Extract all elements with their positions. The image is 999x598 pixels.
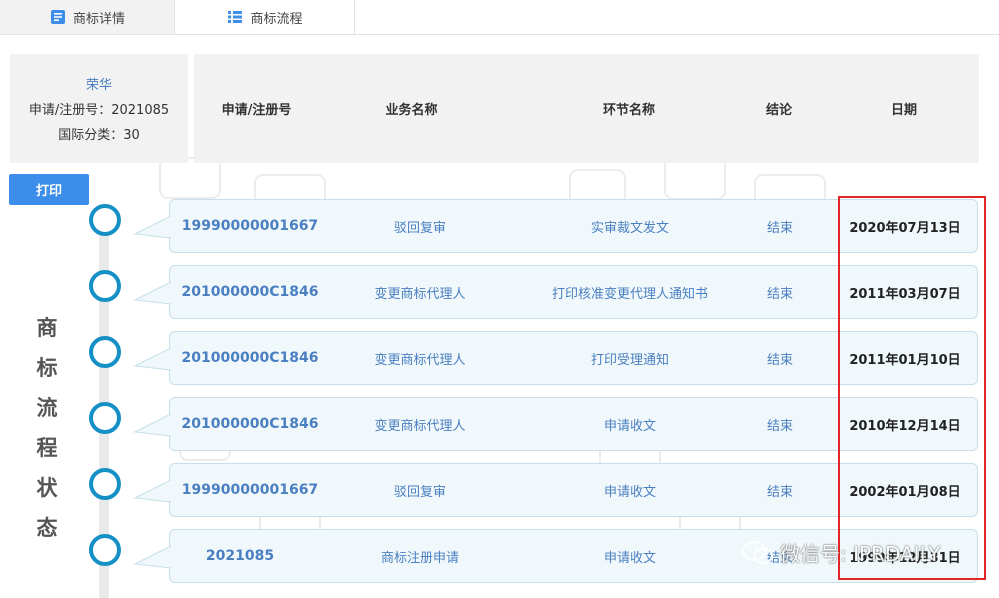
- tab-trademark-details[interactable]: 商标详情: [0, 0, 175, 34]
- cell-date: 2011年01月10日: [849, 352, 961, 368]
- tab-trademark-process[interactable]: 商标流程: [175, 0, 355, 34]
- cell-step[interactable]: 申请收文: [530, 398, 730, 450]
- cell-step[interactable]: 打印核准变更代理人通知书: [530, 266, 730, 318]
- list-icon: [228, 11, 243, 23]
- watermark-text: 微信号: IPRDAILY: [780, 542, 941, 566]
- cell-result[interactable]: 结束: [750, 200, 810, 252]
- cell-reg-number[interactable]: 19990000001667: [170, 464, 330, 516]
- row-pointer: [133, 347, 171, 371]
- cell-result[interactable]: 结束: [750, 398, 810, 450]
- table-row: 201000000C1846 变更商标代理人 申请收文 结束 2010年12月1…: [133, 397, 978, 451]
- cell-reg-number[interactable]: 19990000001667: [170, 200, 330, 252]
- timeline-node: [89, 336, 121, 368]
- tab-label: 商标详情: [72, 11, 125, 27]
- cell-step[interactable]: 打印受理通知: [530, 332, 730, 384]
- row-pointer: [133, 281, 171, 305]
- print-button[interactable]: 打印: [9, 174, 89, 205]
- cell-result[interactable]: 结束: [750, 332, 810, 384]
- cell-step[interactable]: 申请收文: [530, 464, 730, 516]
- label-char: 态: [36, 516, 58, 540]
- table-header: 申请/注册号 业务名称 环节名称 结论 日期: [194, 54, 979, 163]
- label-char: 流: [36, 396, 58, 420]
- cell-step[interactable]: 申请收文: [530, 530, 730, 582]
- label-char: 标: [36, 356, 58, 380]
- table-row: 19990000001667 驳回复审 实审裁文发文 结束 2020年07月13…: [133, 199, 978, 253]
- owner-name: 荣华: [85, 78, 112, 93]
- label-char: 状: [36, 476, 58, 500]
- date-highlight-box: [838, 196, 986, 580]
- reg-number: 申请/注册号：2021085: [28, 103, 170, 118]
- table-row: 19990000001667 驳回复审 申请收文 结束 2002年01月08日: [133, 463, 978, 517]
- timeline-node: [89, 270, 121, 302]
- timeline-node: [89, 402, 121, 434]
- cell-date: 2002年01月08日: [849, 484, 961, 500]
- cell-business[interactable]: 变更商标代理人: [340, 332, 500, 384]
- cell-reg-number[interactable]: 2021085: [170, 530, 310, 582]
- label-char: 程: [36, 436, 58, 460]
- cell-business[interactable]: 变更商标代理人: [340, 266, 500, 318]
- trademark-info-panel: 荣华 申请/注册号：2021085 国际分类：30: [10, 54, 188, 163]
- cell-reg-number[interactable]: 201000000C1846: [170, 398, 330, 450]
- column-header-result: 结论: [765, 103, 792, 118]
- row-pointer: [133, 413, 171, 437]
- column-header-reg-number: 申请/注册号: [221, 103, 292, 118]
- process-status-label: 商 标 流 程 状 态: [30, 308, 64, 548]
- cell-result[interactable]: 结束: [750, 266, 810, 318]
- wechat-icon: [742, 540, 773, 564]
- timeline-node: [89, 468, 121, 500]
- cell-business[interactable]: 变更商标代理人: [340, 398, 500, 450]
- cell-date: 2010年12月14日: [849, 418, 961, 434]
- cell-business[interactable]: 驳回复审: [340, 464, 500, 516]
- document-icon: [50, 10, 65, 24]
- cell-result[interactable]: 结束: [750, 464, 810, 516]
- row-pointer: [133, 215, 171, 239]
- row-pointer: [133, 545, 171, 569]
- cell-reg-number[interactable]: 201000000C1846: [170, 266, 330, 318]
- tab-label: 商标流程: [250, 11, 303, 27]
- cell-business[interactable]: 驳回复审: [340, 200, 500, 252]
- column-header-business: 业务名称: [385, 103, 438, 118]
- timeline-node: [89, 534, 121, 566]
- intl-class: 国际分类：30: [58, 128, 140, 143]
- table-row: 201000000C1846 变更商标代理人 打印核准变更代理人通知书 结束 2…: [133, 265, 978, 319]
- wechat-watermark: 微信号: IPRDAILY: [742, 538, 940, 567]
- label-char: 商: [36, 316, 58, 340]
- column-header-date: 日期: [890, 103, 917, 118]
- table-row: 201000000C1846 变更商标代理人 打印受理通知 结束 2011年01…: [133, 331, 978, 385]
- cell-date: 2020年07月13日: [849, 220, 961, 236]
- cell-reg-number[interactable]: 201000000C1846: [170, 332, 330, 384]
- row-pointer: [133, 479, 171, 503]
- timeline-node: [89, 204, 121, 236]
- cell-date: 2011年03月07日: [849, 286, 961, 302]
- cell-step[interactable]: 实审裁文发文: [530, 200, 730, 252]
- cell-business[interactable]: 商标注册申请: [340, 530, 500, 582]
- column-header-step: 环节名称: [602, 103, 655, 118]
- tab-bar: 商标详情 商标流程: [0, 0, 999, 35]
